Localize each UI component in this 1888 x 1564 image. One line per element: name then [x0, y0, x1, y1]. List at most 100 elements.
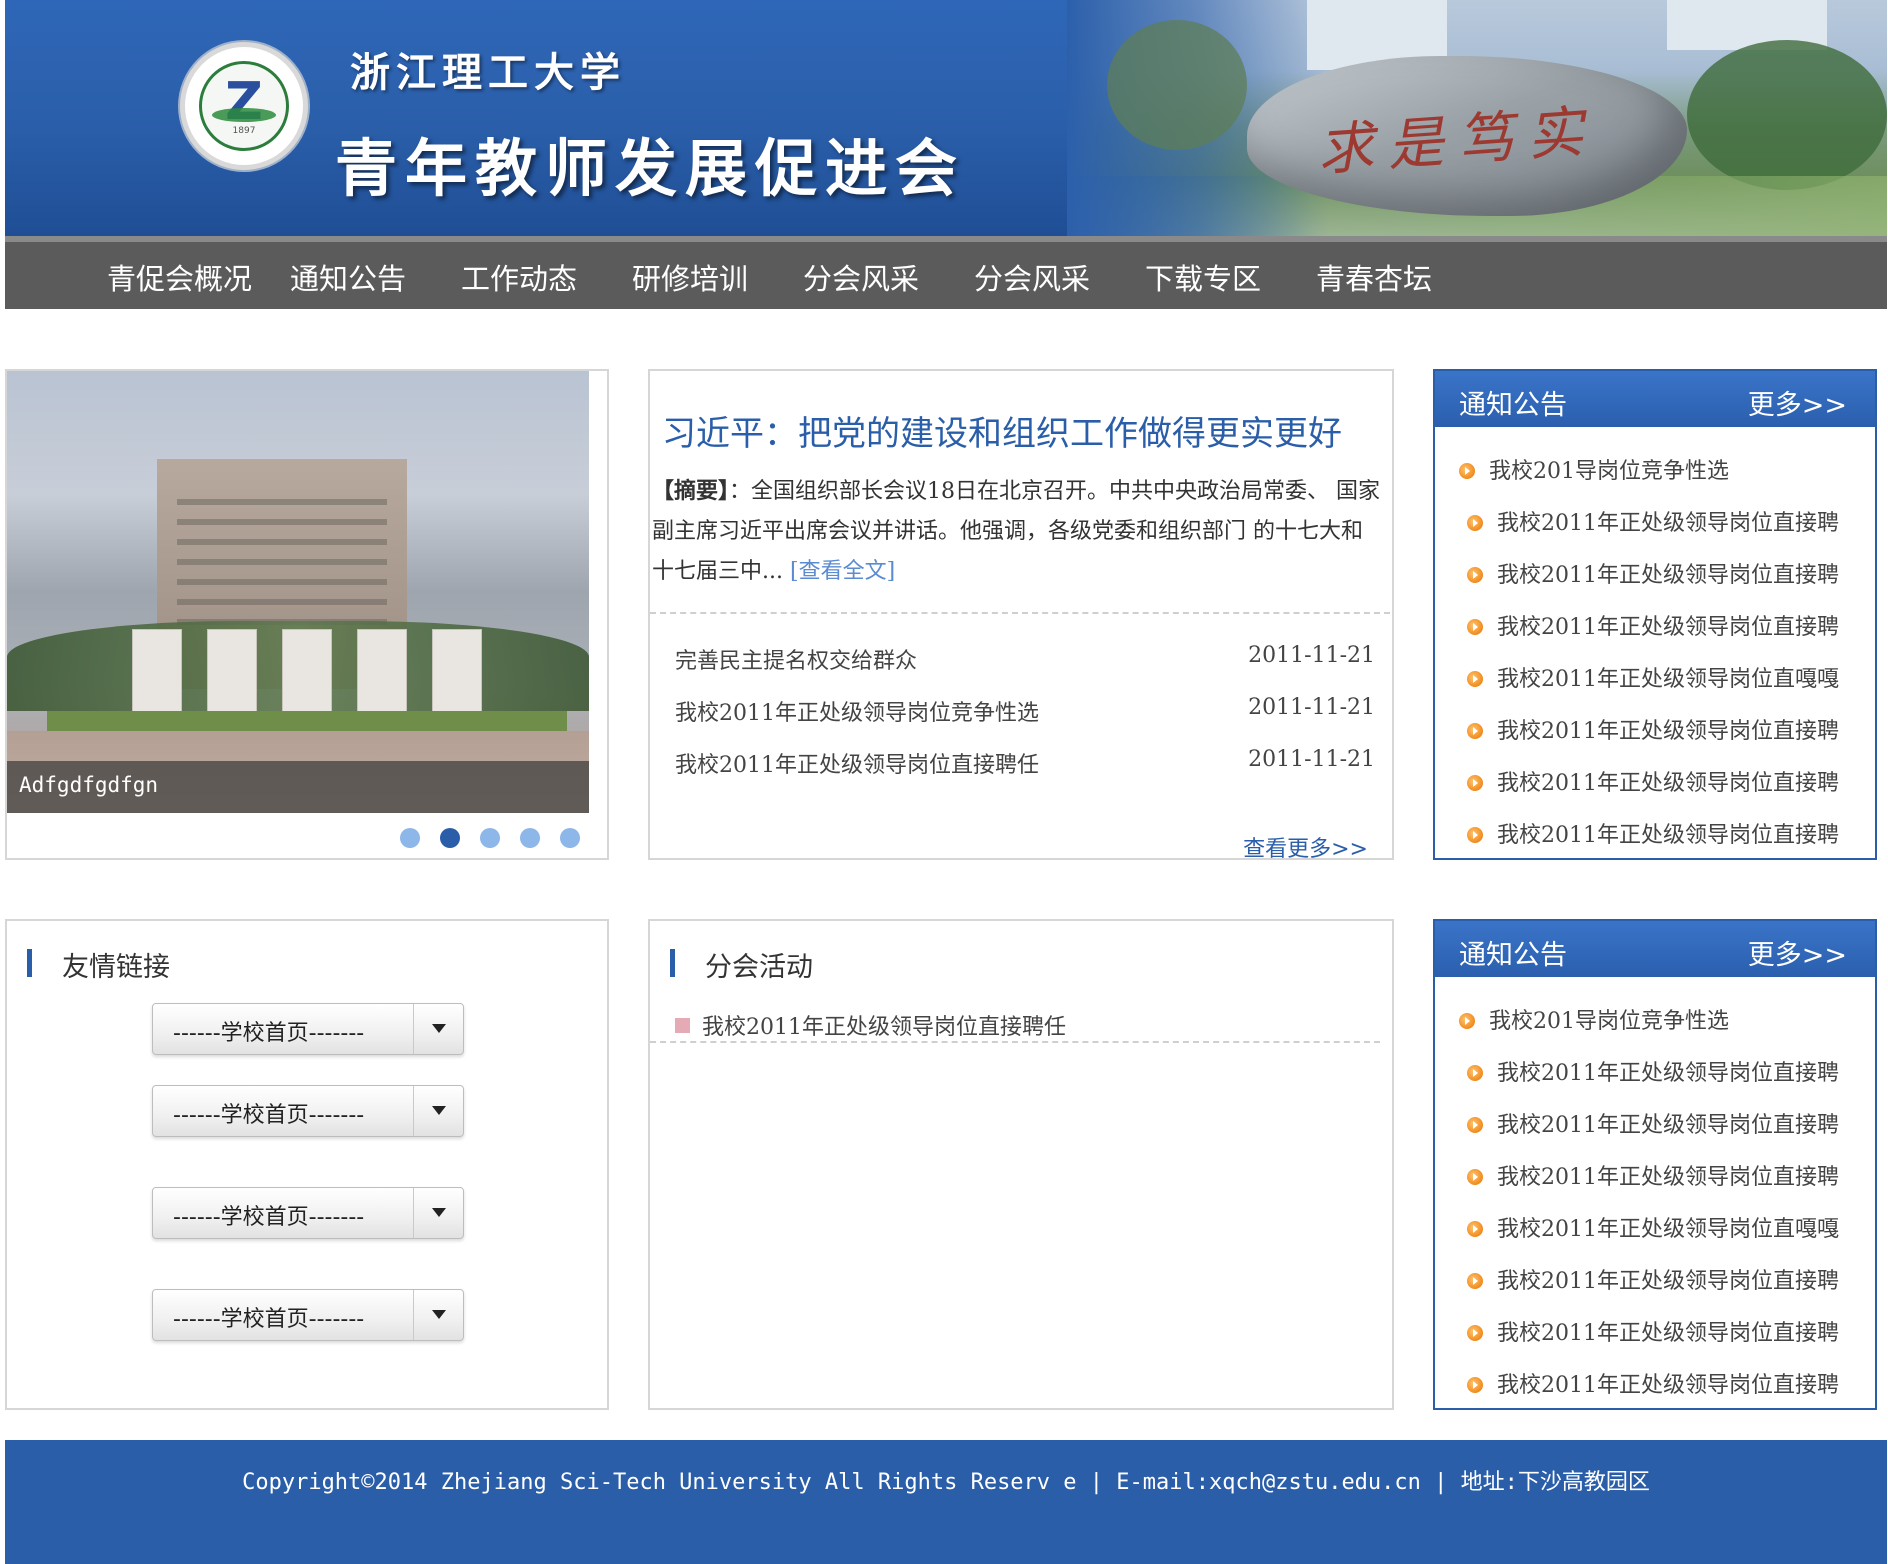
notice-panel: 通知公告 更多>> 我校201导岗位竞争性选 我校2011年正处级领导岗位直接聘… — [1433, 369, 1877, 860]
orange-arrow-bullet-icon — [1467, 567, 1483, 583]
pink-square-bullet-icon — [675, 1018, 690, 1033]
dropdown-arrow-icon[interactable] — [413, 1188, 463, 1238]
notice-item-text: 我校201导岗位竞争性选 — [1489, 459, 1729, 484]
notice-item[interactable]: 我校2011年正处级领导岗位直接聘 — [1467, 505, 1839, 537]
news-date: 2011-11-21 — [1248, 747, 1375, 772]
link-select-value: ------学校首页------- — [173, 1205, 365, 1230]
campus-banner-photo: 求是笃实 — [1067, 0, 1887, 236]
orange-arrow-bullet-icon — [1467, 1377, 1483, 1393]
notice-item-text: 我校2011年正处级领导岗位直接聘 — [1497, 719, 1839, 744]
site-header: 求是笃实 Z 1897 浙江理工大学 青年教师发展促进会 — [5, 0, 1887, 236]
slider-image[interactable]: Adfgdfgdfgn — [7, 371, 589, 813]
notice-item-text: 我校2011年正处级领导岗位直嘎嘎 — [1497, 667, 1839, 692]
slider-stone — [207, 629, 257, 715]
slider-caption-bar: Adfgdfgdfgn — [7, 761, 589, 813]
section-title: 分会活动 — [705, 952, 813, 983]
notice-item[interactable]: 我校2011年正处级领导岗位直接聘 — [1467, 817, 1839, 849]
notice-panel-header: 通知公告 更多>> — [1435, 921, 1875, 977]
notice-item[interactable]: 我校2011年正处级领导岗位直嘎嘎 — [1467, 1211, 1839, 1243]
nav-item-downloads[interactable]: 下载专区 — [1145, 256, 1261, 298]
news-title[interactable]: 我校2011年正处级领导岗位竞争性选 — [675, 695, 1039, 727]
more-news-link[interactable]: 查看更多>> — [1243, 831, 1368, 863]
orange-arrow-bullet-icon — [1467, 1221, 1483, 1237]
orange-arrow-bullet-icon — [1467, 1325, 1483, 1341]
slider-stone — [432, 629, 482, 715]
slider-dot-1[interactable] — [400, 828, 420, 848]
nav-item-youth-forum[interactable]: 青春杏坛 — [1316, 256, 1432, 298]
read-full-link[interactable]: [查看全文] — [790, 559, 895, 584]
slider-lawn — [47, 711, 567, 731]
main-nav: 青促会概况 通知公告 工作动态 研修培训 分会风采 分会风采 下载专区 青春杏坛 — [5, 236, 1887, 309]
friendly-links-panel: 友情链接 ------学校首页------- ------学校首页-------… — [5, 919, 609, 1410]
notice-panel: 通知公告 更多>> 我校201导岗位竞争性选 我校2011年正处级领导岗位直接聘… — [1433, 919, 1877, 1410]
nav-item-branch-style-2[interactable]: 分会风采 — [974, 256, 1090, 298]
notice-item[interactable]: 我校201导岗位竞争性选 — [1459, 1003, 1729, 1035]
notice-item[interactable]: 我校2011年正处级领导岗位直接聘 — [1467, 1107, 1839, 1139]
notice-more-link[interactable]: 更多>> — [1748, 383, 1847, 422]
activity-item[interactable]: 我校2011年正处级领导岗位直接聘任 — [675, 1009, 1066, 1041]
notice-item[interactable]: 我校2011年正处级领导岗位直接聘 — [1467, 1263, 1839, 1295]
notice-item-text: 我校201导岗位竞争性选 — [1489, 1009, 1729, 1034]
notice-more-link[interactable]: 更多>> — [1748, 933, 1847, 972]
dropdown-arrow-icon[interactable] — [413, 1004, 463, 1054]
nav-item-notices[interactable]: 通知公告 — [290, 256, 406, 298]
logo-swoosh — [212, 108, 276, 122]
orange-arrow-bullet-icon — [1459, 1013, 1475, 1029]
orange-arrow-bullet-icon — [1467, 1169, 1483, 1185]
link-select-value: ------学校首页------- — [173, 1307, 365, 1332]
link-select[interactable]: ------学校首页------- — [152, 1085, 464, 1137]
link-select[interactable]: ------学校首页------- — [152, 1187, 464, 1239]
dropdown-arrow-icon[interactable] — [413, 1290, 463, 1340]
slider-caption: Adfgdfgdfgn — [19, 773, 159, 797]
slider-dot-4[interactable] — [520, 828, 540, 848]
news-title[interactable]: 我校2011年正处级领导岗位直接聘任 — [675, 747, 1039, 779]
slider-dot-5[interactable] — [560, 828, 580, 848]
dropdown-arrow-icon[interactable] — [413, 1086, 463, 1136]
notice-item[interactable]: 我校2011年正处级领导岗位直接聘 — [1467, 1315, 1839, 1347]
notice-item[interactable]: 我校2011年正处级领导岗位直接聘 — [1467, 557, 1839, 589]
notice-item-text: 我校2011年正处级领导岗位直接聘 — [1497, 615, 1839, 640]
slider-dot-2[interactable] — [440, 828, 460, 848]
inscribed-rock: 求是笃实 — [1247, 56, 1687, 216]
nav-item-overview[interactable]: 青促会概况 — [107, 256, 252, 298]
notice-item[interactable]: 我校2011年正处级领导岗位直接聘 — [1467, 1055, 1839, 1087]
notice-item-text: 我校2011年正处级领导岗位直接聘 — [1497, 563, 1839, 588]
notice-item-text: 我校2011年正处级领导岗位直接聘 — [1497, 1061, 1839, 1086]
link-select[interactable]: ------学校首页------- — [152, 1003, 464, 1055]
notice-item-text: 我校2011年正处级领导岗位直接聘 — [1497, 1269, 1839, 1294]
notice-item-text: 我校2011年正处级领导岗位直接聘 — [1497, 511, 1839, 536]
nav-item-training[interactable]: 研修培训 — [632, 256, 748, 298]
notice-item[interactable]: 我校2011年正处级领导岗位直接聘 — [1467, 1159, 1839, 1191]
notice-item[interactable]: 我校201导岗位竞争性选 — [1459, 453, 1729, 485]
notice-item[interactable]: 我校2011年正处级领导岗位直接聘 — [1467, 765, 1839, 797]
notice-panel-header: 通知公告 更多>> — [1435, 371, 1875, 427]
activity-item-text: 我校2011年正处级领导岗位直接聘任 — [702, 1015, 1066, 1040]
university-logo[interactable]: Z 1897 — [180, 42, 308, 170]
notice-item[interactable]: 我校2011年正处级领导岗位直嘎嘎 — [1467, 661, 1839, 693]
slider-dot-3[interactable] — [480, 828, 500, 848]
notice-panel-title: 通知公告 — [1459, 390, 1567, 421]
orange-arrow-bullet-icon — [1467, 1273, 1483, 1289]
rock-inscription: 求是笃实 — [1315, 99, 1600, 184]
summary-label: 【摘要】 — [652, 478, 730, 504]
section-marker — [670, 949, 675, 977]
notice-item[interactable]: 我校2011年正处级领导岗位直接聘 — [1467, 713, 1839, 745]
section-title: 友情链接 — [62, 952, 170, 983]
news-title[interactable]: 完善民主提名权交给群众 — [675, 643, 917, 675]
notice-item-text: 我校2011年正处级领导岗位直接聘 — [1497, 823, 1839, 848]
notice-item-text: 我校2011年正处级领导岗位直接聘 — [1497, 1321, 1839, 1346]
link-select[interactable]: ------学校首页------- — [152, 1289, 464, 1341]
notice-item-text: 我校2011年正处级领导岗位直嘎嘎 — [1497, 1217, 1839, 1242]
notice-panel-title: 通知公告 — [1459, 940, 1567, 971]
orange-arrow-bullet-icon — [1467, 827, 1483, 843]
notice-item[interactable]: 我校2011年正处级领导岗位直接聘 — [1467, 609, 1839, 641]
orange-arrow-bullet-icon — [1467, 1065, 1483, 1081]
banner-tree — [1107, 20, 1247, 150]
site-footer: Copyright©2014 Zhejiang Sci-Tech Univers… — [5, 1440, 1887, 1564]
nav-item-work-news[interactable]: 工作动态 — [461, 256, 577, 298]
nav-item-branch-style-1[interactable]: 分会风采 — [803, 256, 919, 298]
slider-stone — [132, 629, 182, 715]
slider-stone — [357, 629, 407, 715]
notice-item[interactable]: 我校2011年正处级领导岗位直接聘 — [1467, 1367, 1839, 1399]
headline-title[interactable]: 习近平：把党的建设和组织工作做得更实更好 — [662, 406, 1342, 455]
